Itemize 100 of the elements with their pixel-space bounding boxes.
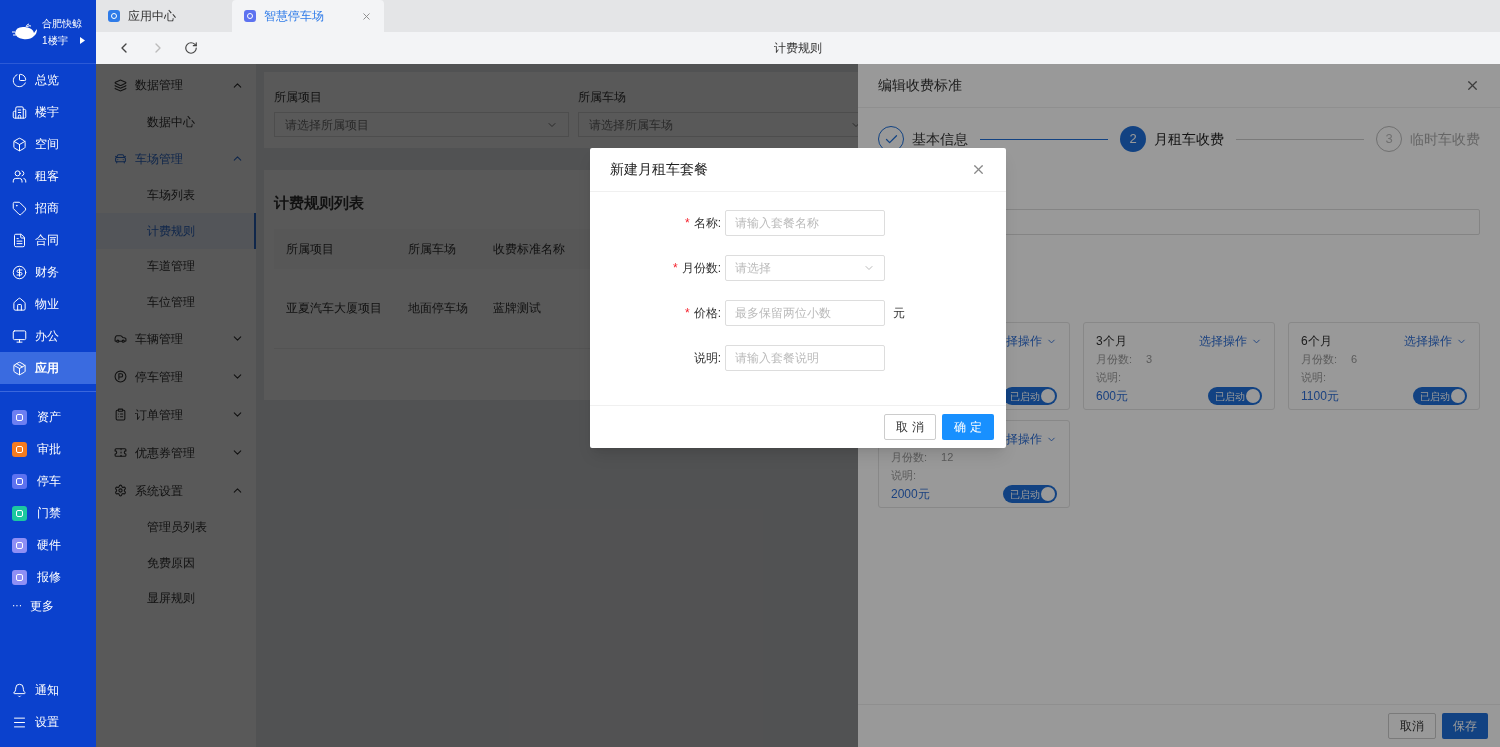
select-field[interactable]: 请选择 [725, 255, 885, 281]
toggle-switch[interactable]: 已启动 [1003, 485, 1057, 503]
input-field[interactable]: 最多保留两位小数 [725, 300, 885, 326]
column-header: 所属车场 [408, 240, 457, 258]
nav-item[interactable]: 租客 [0, 160, 96, 192]
menu-item[interactable]: 车场列表 [96, 177, 256, 213]
field-label: 月份数: [681, 260, 721, 277]
building-icon [12, 104, 27, 120]
list-title: 计费规则列表 [274, 193, 364, 213]
nav-item[interactable]: 设置 [0, 706, 96, 738]
monitor-icon [12, 328, 27, 344]
select-action-link[interactable]: 选择操作 [1404, 332, 1467, 350]
org-name: 合肥快鲸 [42, 16, 83, 31]
plan-price: 600元 [1096, 388, 1129, 405]
menu-item[interactable]: 车位管理 [96, 284, 256, 320]
nav-item[interactable]: 招商 [0, 192, 96, 224]
select-action-link[interactable]: 择操作 [1006, 332, 1057, 350]
months-value: 3 [1146, 351, 1153, 367]
menu-group[interactable]: 订单管理 [96, 395, 256, 434]
table-cell-text: 蓝牌测试 [493, 300, 542, 317]
filter-label: 所属车场 [578, 89, 627, 106]
step-label: 基本信息 [912, 132, 968, 146]
column-header: 收费标准名称 [493, 240, 566, 258]
nav-item[interactable]: 通知 [0, 674, 96, 706]
tab[interactable]: 应用中心 [96, 0, 232, 32]
select-action-link[interactable]: 选择操作 [1199, 332, 1262, 350]
tag-icon [12, 200, 27, 216]
plan-price: 1100元 [1301, 388, 1339, 405]
tab[interactable]: 智慧停车场 [232, 0, 384, 32]
confirm-button[interactable]: 确 定 [942, 414, 994, 440]
toggle-switch[interactable]: 已启动 [1413, 387, 1467, 405]
menu-group[interactable]: 系统设置 [96, 471, 256, 510]
cube-icon [12, 136, 27, 152]
car-icon [114, 152, 127, 165]
months-value: 6 [1351, 351, 1358, 367]
filter-label: 所属项目 [274, 89, 323, 106]
menu-item[interactable]: 免费原因 [96, 545, 256, 581]
whale-logo-icon [12, 22, 38, 41]
menu-group[interactable]: 停车管理 [96, 357, 256, 396]
menu-group[interactable]: 车辆管理 [96, 319, 256, 358]
app-item[interactable]: 报修 [0, 561, 96, 593]
nav-item[interactable]: 物业 [0, 288, 96, 320]
toggle-switch[interactable]: 已启动 [1208, 387, 1262, 405]
required-mark: * [685, 305, 690, 322]
app-item[interactable]: 审批 [0, 433, 96, 465]
close-icon[interactable] [971, 162, 986, 177]
nav-item[interactable]: 总览 [0, 64, 96, 96]
users-icon [12, 168, 27, 184]
menu-item[interactable]: 数据中心 [96, 104, 256, 140]
app-item[interactable]: 资产 [0, 401, 96, 433]
nav-item[interactable]: 财务 [0, 256, 96, 288]
table-cell-text: 地面停车场 [408, 300, 469, 317]
app-item[interactable]: 门禁 [0, 497, 96, 529]
gear-icon [114, 484, 127, 497]
nav-item[interactable]: 应用 [0, 352, 96, 384]
input-field[interactable]: 请输入套餐名称 [725, 210, 885, 236]
close-icon[interactable] [361, 10, 372, 22]
app-icon [108, 10, 120, 22]
input-field[interactable]: 请输入套餐说明 [725, 345, 885, 371]
required-mark: * [673, 260, 678, 277]
ticket-icon [114, 446, 127, 459]
table-cell-text: 亚夏汽车大厦项目 [286, 300, 383, 317]
page-title: 计费规则 [774, 40, 822, 57]
house-icon [12, 296, 27, 312]
nav-item[interactable]: 合同 [0, 224, 96, 256]
menu-group[interactable]: 数据管理 [96, 66, 256, 104]
unit-label: 元 [893, 305, 905, 322]
field-label: 说明: [693, 350, 721, 367]
field-label: 价格: [693, 305, 721, 322]
building-switcher[interactable]: 1楼宇 [42, 31, 68, 49]
step-label: 月租车收费 [1154, 132, 1224, 146]
nav-item[interactable]: 空间 [0, 128, 96, 160]
cancel-button[interactable]: 取消 [1388, 713, 1436, 739]
parking-icon [114, 370, 127, 383]
required-mark: * [685, 215, 690, 232]
more-item[interactable]: ··· 更多 [0, 593, 96, 619]
save-button[interactable]: 保存 [1442, 713, 1488, 739]
document-icon [12, 232, 27, 248]
menu-item[interactable]: 显屏规则 [96, 580, 256, 616]
car-icon [114, 332, 127, 345]
drawer-title: 编辑收费标准 [878, 76, 962, 95]
dialog-title: 新建月租车套餐 [610, 160, 708, 179]
close-icon[interactable] [1465, 78, 1480, 93]
menu-group[interactable]: 优惠券管理 [96, 433, 256, 472]
cancel-button[interactable]: 取 消 [884, 414, 936, 440]
toggle-switch[interactable]: 已启动 [1003, 387, 1057, 405]
plan-price: 2000元 [891, 486, 930, 503]
select-action-link[interactable]: 择操作 [1006, 430, 1057, 448]
nav-item[interactable]: 办公 [0, 320, 96, 352]
menu-group[interactable]: 车场管理 [96, 139, 256, 178]
plan-title: 3个月 [1096, 333, 1127, 350]
nav-item[interactable]: 楼宇 [0, 96, 96, 128]
refresh-icon[interactable] [184, 41, 198, 55]
package-icon [12, 360, 27, 376]
pie-chart-icon [12, 72, 27, 88]
menu-item[interactable]: 管理员列表 [96, 509, 256, 545]
clipboard-icon [114, 408, 127, 421]
app-item[interactable]: 硬件 [0, 529, 96, 561]
app-item[interactable]: 停车 [0, 465, 96, 497]
menu-item[interactable]: 计费规则 [96, 213, 256, 249]
